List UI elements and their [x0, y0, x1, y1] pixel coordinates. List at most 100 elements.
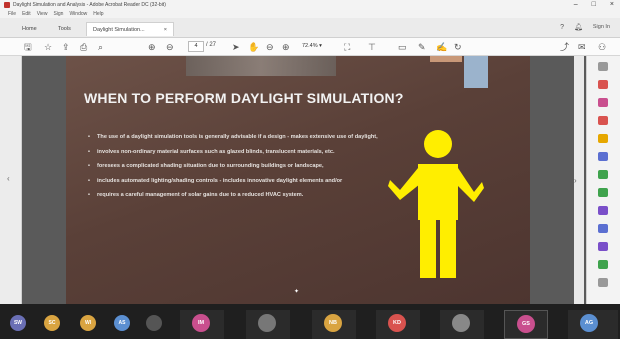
acrobat-logo-icon	[4, 2, 10, 8]
menu-view[interactable]: View	[37, 11, 48, 17]
minimize-button[interactable]: –	[574, 0, 578, 10]
page-down-icon[interactable]: ⊖	[166, 41, 174, 53]
expand-right-pane-icon[interactable]: ›	[574, 176, 577, 185]
fill-sign-tool-icon[interactable]	[598, 224, 608, 233]
highlight-pen-icon[interactable]: ✎	[418, 41, 426, 53]
slide-header-image	[186, 56, 336, 76]
participant-tile[interactable]: GS	[504, 310, 548, 339]
participant-avatar[interactable]: WI	[80, 315, 96, 331]
participant-tile[interactable]: NB	[312, 310, 356, 339]
expand-left-pane-icon[interactable]: ‹	[7, 174, 10, 183]
bullet-item: foresees a complicated shading situation…	[88, 161, 378, 172]
participant-tile[interactable]	[246, 310, 290, 339]
settings-tool-icon[interactable]	[598, 278, 608, 287]
create-pdf-icon[interactable]	[598, 98, 608, 107]
menu-sign[interactable]: Sign	[53, 11, 63, 17]
help-icon[interactable]: ?	[560, 24, 564, 31]
comment-tool-icon[interactable]	[598, 134, 608, 143]
tab-document-label: Daylight Simulation...	[93, 26, 145, 33]
page-total: / 27	[206, 42, 217, 48]
participant-avatar-photo	[452, 314, 470, 332]
bullet-item: The use of a daylight simulation tools i…	[88, 132, 378, 143]
menu-edit[interactable]: Edit	[22, 11, 31, 17]
bullet-item: involves non-ordinary material surfaces …	[88, 147, 378, 158]
bookmark-star-icon[interactable]: ☆	[44, 41, 52, 53]
title-bar: Daylight Simulation and Analysis - Adobe…	[0, 0, 620, 10]
shrugging-person-icon	[388, 130, 484, 278]
search-tool-icon[interactable]	[598, 62, 608, 71]
document-workspace: ‹ WHEN TO PERFORM DAYLIGHT SIMULATION? T…	[0, 56, 586, 304]
maximize-button[interactable]: □	[592, 0, 596, 10]
add-user-icon[interactable]: ⚇	[598, 41, 606, 53]
send-signature-icon[interactable]	[598, 242, 608, 251]
close-window-button[interactable]: ×	[610, 0, 614, 10]
menu-window[interactable]: Window	[69, 11, 87, 17]
redo-icon[interactable]: ↻	[454, 41, 462, 53]
tab-bar: Home Tools Daylight Simulation... × ? 🔔︎…	[0, 18, 620, 38]
tab-close-icon[interactable]: ×	[164, 27, 167, 33]
bullet-item: requires a careful management of solar g…	[88, 190, 378, 201]
participant-avatar: IM	[192, 314, 210, 332]
participant-avatar[interactable]: AS	[114, 315, 130, 331]
scroll-mode-icon[interactable]: ⊤	[368, 41, 376, 53]
left-navigation-pane[interactable]: ‹	[0, 56, 22, 304]
slide-bullet-list: The use of a daylight simulation tools i…	[88, 132, 378, 205]
scan-ocr-icon[interactable]	[598, 188, 608, 197]
participant-avatar[interactable]: SW	[10, 315, 26, 331]
participant-avatar: GS	[517, 315, 535, 333]
participant-tile[interactable]: KD	[376, 310, 420, 339]
tab-tools[interactable]: Tools	[52, 22, 77, 36]
tab-document[interactable]: Daylight Simulation... ×	[86, 22, 174, 36]
participant-tile[interactable]	[440, 310, 484, 339]
organize-pages-icon[interactable]	[598, 170, 608, 179]
bell-icon[interactable]: 🔔︎	[574, 23, 583, 31]
menu-help[interactable]: Help	[93, 11, 103, 17]
bullet-item: includes automated lighting/shading cont…	[88, 176, 378, 187]
tab-bar-right: ? 🔔︎ Sign In	[560, 23, 610, 32]
export-icon[interactable]: ⤴	[560, 41, 569, 53]
toolbar: 🖫︎ ☆ ⇪ ⎙ ⌕ ⊕ ⊖ 4 / 27 ➤ ✋ ⊖ ⊕ 72.4% ▾ ⛶ …	[0, 38, 620, 56]
export-pdf-icon[interactable]	[598, 80, 608, 89]
protect-icon[interactable]	[598, 206, 608, 215]
mail-icon[interactable]: ✉	[578, 41, 586, 53]
slide-page: WHEN TO PERFORM DAYLIGHT SIMULATION? The…	[66, 56, 530, 304]
combine-files-icon[interactable]	[598, 152, 608, 161]
zoom-value: 72.4%	[302, 43, 318, 49]
mouse-cursor-icon: ✦	[294, 289, 300, 295]
more-tools-icon[interactable]	[598, 260, 608, 269]
participant-avatar[interactable]: SC	[44, 315, 60, 331]
menu-bar: File Edit View Sign Window Help	[0, 10, 620, 18]
fill-sign-icon[interactable]: ✍	[436, 41, 447, 53]
slide-title: WHEN TO PERFORM DAYLIGHT SIMULATION?	[84, 90, 404, 106]
zoom-select[interactable]: 72.4% ▾	[302, 41, 330, 52]
participant-tile[interactable]: AG	[568, 310, 618, 339]
print-icon[interactable]: ⎙	[80, 41, 87, 53]
window-title: Daylight Simulation and Analysis - Adobe…	[13, 2, 166, 8]
participant-tile[interactable]: IM	[180, 310, 224, 339]
save-icon[interactable]: 🖫︎	[24, 41, 32, 53]
meeting-participants-bar: SW SC WI AS IM NB KD GS AG	[0, 304, 620, 339]
participant-avatar-photo[interactable]	[146, 315, 162, 331]
tab-home[interactable]: Home	[16, 22, 43, 36]
page-up-icon[interactable]: ⊕	[148, 41, 156, 53]
acrobat-window: Daylight Simulation and Analysis - Adobe…	[0, 0, 620, 304]
page-number-input[interactable]: 4	[188, 41, 204, 52]
upload-icon[interactable]: ⇪	[62, 41, 70, 53]
hand-tool-icon[interactable]: ✋	[248, 41, 259, 53]
window-controls: – □ ×	[574, 0, 614, 10]
tools-pane	[586, 56, 620, 304]
search-icon[interactable]: ⌕	[98, 41, 103, 53]
select-cursor-icon[interactable]: ➤	[232, 41, 240, 53]
sign-in-link[interactable]: Sign In	[593, 24, 610, 30]
comment-icon[interactable]: ▭	[398, 41, 407, 53]
participant-avatar: AG	[580, 314, 598, 332]
slide-accent-blue	[464, 56, 488, 88]
fit-page-icon[interactable]: ⛶	[344, 41, 350, 53]
participant-avatar: KD	[388, 314, 406, 332]
menu-file[interactable]: File	[8, 11, 16, 17]
participant-avatar-photo	[258, 314, 276, 332]
slide-accent-orange	[430, 56, 462, 62]
zoom-in-icon[interactable]: ⊕	[282, 41, 290, 53]
zoom-out-icon[interactable]: ⊖	[266, 41, 274, 53]
edit-pdf-icon[interactable]	[598, 116, 608, 125]
